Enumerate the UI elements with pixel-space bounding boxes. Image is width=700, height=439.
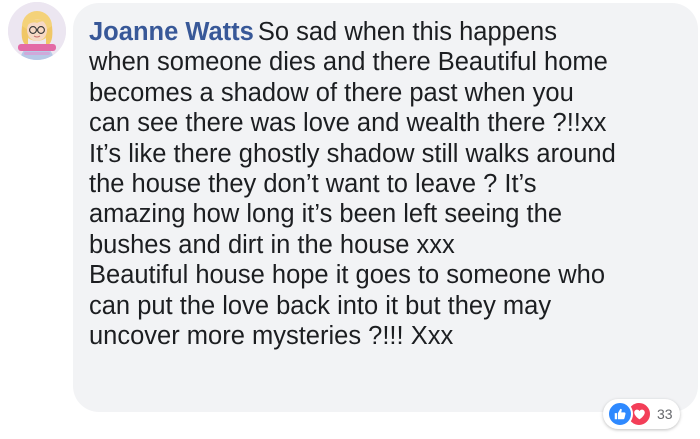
comment-screenshot: Joanne Watts So sad when this happens when… <box>0 0 700 439</box>
avatar-image <box>8 2 66 60</box>
reaction-count: 33 <box>657 406 673 422</box>
comment-line: It’s like there ghostly shadow still wal… <box>89 139 616 168</box>
comment-line: the house they don’t want to leave ? It’… <box>89 170 537 199</box>
comment-line: Beautiful house hope it goes to someone … <box>89 261 606 290</box>
comment-author[interactable]: Joanne Watts <box>89 18 254 46</box>
comment-line: can put the love back into it but they m… <box>89 291 552 320</box>
comment-line: becomes a shadow of there past when you <box>89 78 574 107</box>
like-icon <box>607 401 633 427</box>
reactions-summary[interactable]: 33 <box>603 399 680 429</box>
comment-line: uncover more mysteries ?!!! Xxx <box>89 322 454 351</box>
comment-line: bushes and dirt in the house xxx <box>89 230 455 259</box>
comment-line: can see there was love and wealth there … <box>89 109 607 138</box>
comment-text: Joanne Watts So sad when this happens when… <box>89 17 684 351</box>
comment-line: when someone dies and there Beautiful ho… <box>89 48 608 77</box>
comment-line: So sad when this happens <box>257 18 557 46</box>
avatar[interactable] <box>8 2 66 60</box>
comment-bubble: Joanne Watts So sad when this happens when… <box>73 3 698 412</box>
comment-line: amazing how long it’s been left seeing t… <box>89 200 563 229</box>
